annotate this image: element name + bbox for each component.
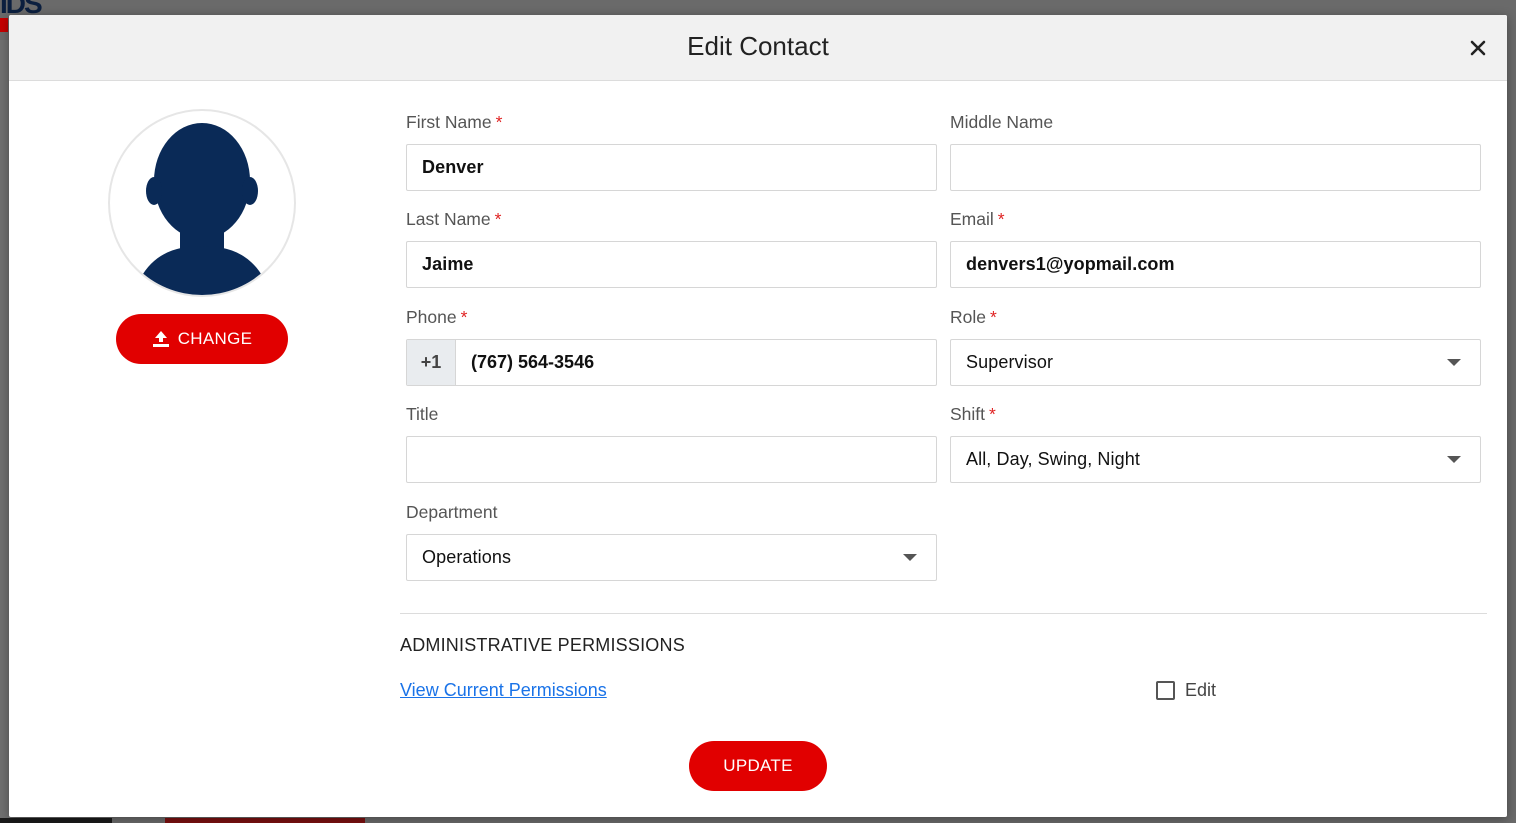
modal-title: Edit Contact [687, 31, 829, 61]
shift-select[interactable]: All, Day, Swing, Night [950, 436, 1481, 483]
department-value: Operations [422, 547, 512, 567]
last-name-value: Jaime [422, 254, 474, 274]
middle-name-field[interactable] [950, 144, 1481, 191]
section-divider [400, 613, 1487, 614]
close-icon [1470, 40, 1486, 56]
first-name-field[interactable]: Denver [406, 144, 937, 191]
update-button[interactable]: UPDATE [689, 741, 827, 791]
department-select[interactable]: Operations [406, 534, 937, 581]
email-value: denvers1@yopmail.com [966, 254, 1175, 274]
edit-contact-modal: Edit Contact CHANGE First Name * Denver … [9, 15, 1507, 817]
view-permissions-link[interactable]: View Current Permissions [400, 680, 607, 701]
edit-permission-label: Edit [1185, 680, 1217, 700]
role-label: Role * [950, 307, 997, 327]
avatar [108, 109, 296, 297]
title-label: Title [406, 404, 439, 424]
change-photo-button[interactable]: CHANGE [116, 314, 288, 364]
department-label: Department [406, 502, 498, 522]
close-button[interactable] [1467, 37, 1489, 59]
phone-label: Phone * [406, 307, 468, 327]
role-select[interactable]: Supervisor [950, 339, 1481, 386]
chevron-down-icon [1447, 456, 1461, 463]
edit-permission-checkbox[interactable]: Edit [1156, 680, 1216, 701]
change-label: CHANGE [177, 329, 253, 348]
last-name-label: Last Name * [406, 209, 502, 229]
last-name-field[interactable]: Jaime [406, 241, 937, 288]
user-silhouette-icon [140, 123, 264, 295]
background-footer-dark [0, 818, 112, 823]
email-label: Email * [950, 209, 1005, 229]
background-accent [0, 18, 8, 32]
shift-label: Shift * [950, 404, 996, 424]
title-field[interactable] [406, 436, 937, 483]
upload-icon [152, 330, 170, 348]
checkbox-box[interactable] [1156, 681, 1175, 700]
shift-value: All, Day, Swing, Night [966, 449, 1140, 469]
permissions-heading: ADMINISTRATIVE PERMISSIONS [400, 635, 685, 655]
chevron-down-icon [903, 554, 917, 561]
first-name-value: Denver [422, 157, 484, 177]
phone-country-code[interactable]: +1 [407, 340, 456, 385]
modal-header: Edit Contact [9, 15, 1507, 81]
email-field[interactable]: denvers1@yopmail.com [950, 241, 1481, 288]
phone-field[interactable]: +1 (767) 564-3546 [406, 339, 937, 386]
phone-value: (767) 564-3546 [471, 352, 595, 372]
middle-name-label: Middle Name [950, 112, 1054, 132]
role-value: Supervisor [966, 352, 1054, 372]
background-footer-accent [165, 818, 365, 823]
chevron-down-icon [1447, 359, 1461, 366]
first-name-label: First Name * [406, 112, 503, 132]
